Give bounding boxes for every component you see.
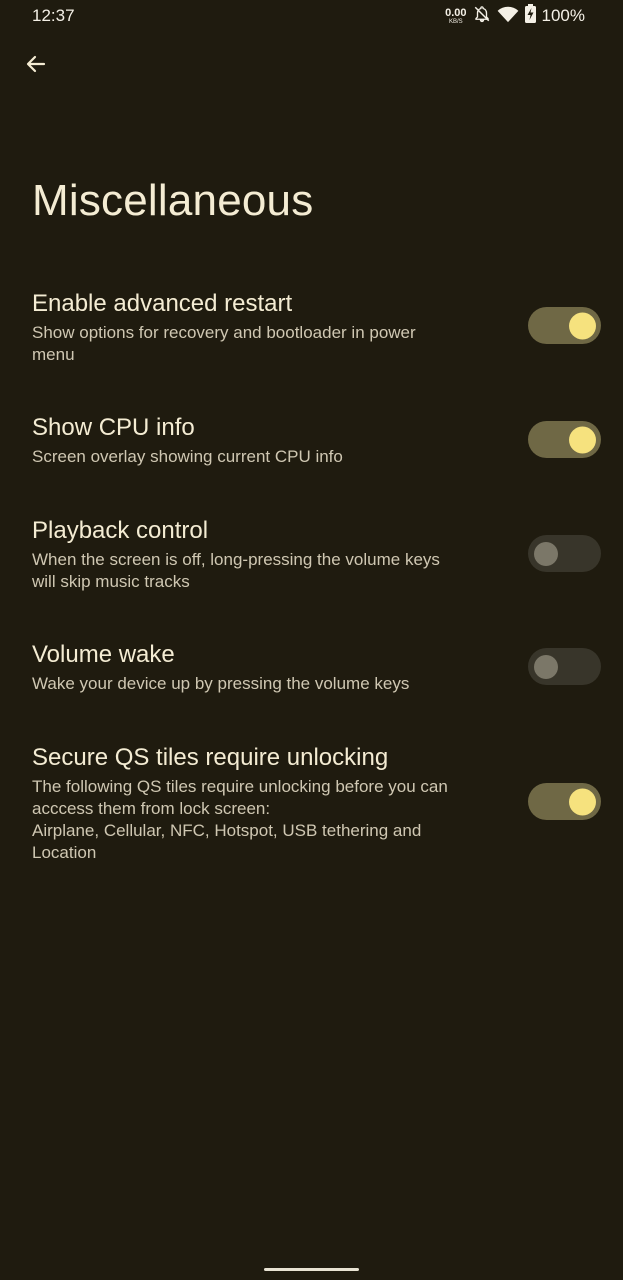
playback-control-toggle[interactable] (528, 535, 601, 572)
settings-screen: 12:37 0.00 KB/S 100% Miscellaneous Enabl… (0, 0, 623, 1280)
setting-summary: The following QS tiles require unlocking… (32, 777, 448, 862)
status-icons: 0.00 KB/S 100% (445, 4, 585, 28)
page-title: Miscellaneous (32, 176, 314, 225)
toggle-thumb (534, 541, 558, 566)
setting-title: Volume wake (32, 641, 175, 668)
toggle-thumb (569, 426, 596, 453)
setting-text: Secure QS tiles require unlocking The fo… (32, 740, 502, 864)
battery-charging-icon (524, 4, 536, 28)
battery-percent: 100% (541, 6, 585, 25)
setting-summary: Wake your device up by pressing the volu… (32, 674, 410, 693)
home-gesture-bar[interactable] (264, 1268, 359, 1271)
setting-enable-advanced-restart[interactable]: Enable advanced restart Show options for… (0, 284, 623, 384)
toggle-thumb (534, 654, 558, 679)
setting-summary: When the screen is off, long-pressing th… (32, 550, 440, 591)
wifi-icon (497, 5, 519, 28)
network-speed: 0.00 KB/S (445, 6, 467, 25)
setting-summary: Show options for recovery and bootloader… (32, 323, 416, 364)
setting-volume-wake[interactable]: Volume wake Wake your device up by press… (0, 635, 623, 715)
toggle-thumb (569, 312, 596, 339)
setting-text: Volume wake Wake your device up by press… (32, 637, 502, 695)
setting-title: Show CPU info (32, 414, 195, 441)
notifications-off-icon (473, 5, 491, 28)
arrow-back-icon (26, 55, 46, 73)
cpu-info-toggle[interactable] (528, 421, 601, 458)
setting-title: Playback control (32, 517, 209, 544)
volume-wake-toggle[interactable] (528, 648, 601, 685)
network-speed-unit: KB/S (448, 18, 463, 25)
toggle-thumb (569, 788, 596, 815)
setting-text: Enable advanced restart Show options for… (32, 286, 502, 366)
setting-show-cpu-info[interactable]: Show CPU info Screen overlay showing cur… (0, 408, 623, 488)
setting-secure-qs-tiles[interactable]: Secure QS tiles require unlocking The fo… (0, 738, 623, 878)
status-bar: 12:37 0.00 KB/S 100% (0, 0, 623, 34)
setting-playback-control[interactable]: Playback control When the screen is off,… (0, 511, 623, 611)
setting-title: Enable advanced restart (32, 290, 293, 317)
advanced-restart-toggle[interactable] (528, 307, 601, 344)
back-button[interactable] (14, 42, 58, 86)
secure-qs-tiles-toggle[interactable] (528, 783, 601, 820)
network-speed-value: 0.00 (445, 6, 467, 19)
setting-text: Playback control When the screen is off,… (32, 513, 502, 593)
setting-text: Show CPU info Screen overlay showing cur… (32, 410, 502, 468)
setting-title: Secure QS tiles require unlocking (32, 744, 389, 771)
status-time: 12:37 (32, 6, 75, 25)
setting-summary: Screen overlay showing current CPU info (32, 447, 343, 466)
